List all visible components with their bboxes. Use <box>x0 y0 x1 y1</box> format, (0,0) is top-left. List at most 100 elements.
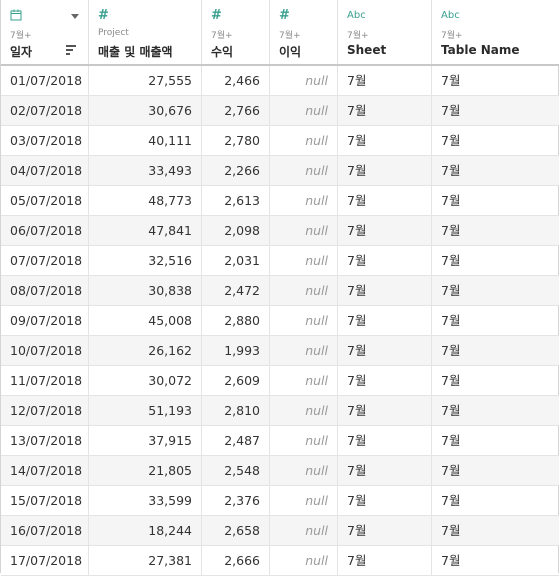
cell-table-name[interactable]: 7월 <box>432 126 559 155</box>
cell-table-name[interactable]: 7월 <box>432 336 559 365</box>
cell-revenue[interactable]: 2,548 <box>202 456 270 485</box>
table-row[interactable]: 14/07/2018 21,805 2,548 null 7월 7월 <box>1 456 559 486</box>
table-row[interactable]: 12/07/2018 51,193 2,810 null 7월 7월 <box>1 396 559 426</box>
cell-table-name[interactable]: 7월 <box>432 366 559 395</box>
cell-table-name[interactable]: 7월 <box>432 396 559 425</box>
cell-date[interactable]: 01/07/2018 <box>1 66 89 95</box>
cell-date[interactable]: 04/07/2018 <box>1 156 89 185</box>
cell-sales[interactable]: 30,838 <box>89 276 202 305</box>
cell-revenue[interactable]: 2,266 <box>202 156 270 185</box>
cell-sheet[interactable]: 7월 <box>338 426 432 455</box>
cell-date[interactable]: 17/07/2018 <box>1 546 89 575</box>
cell-revenue[interactable]: 2,466 <box>202 66 270 95</box>
cell-sales[interactable]: 32,516 <box>89 246 202 275</box>
cell-revenue[interactable]: 2,609 <box>202 366 270 395</box>
table-row[interactable]: 17/07/2018 27,381 2,666 null 7월 7월 <box>1 546 559 576</box>
column-header-sheet[interactable]: Abc 7월+ Sheet <box>338 0 432 64</box>
cell-profit[interactable]: null <box>270 456 338 485</box>
cell-profit[interactable]: null <box>270 396 338 425</box>
cell-revenue[interactable]: 2,098 <box>202 216 270 245</box>
cell-sheet[interactable]: 7월 <box>338 306 432 335</box>
cell-table-name[interactable]: 7월 <box>432 426 559 455</box>
cell-revenue[interactable]: 2,472 <box>202 276 270 305</box>
cell-sheet[interactable]: 7월 <box>338 216 432 245</box>
cell-sheet[interactable]: 7월 <box>338 546 432 575</box>
cell-date[interactable]: 02/07/2018 <box>1 96 89 125</box>
cell-revenue[interactable]: 2,666 <box>202 546 270 575</box>
cell-table-name[interactable]: 7월 <box>432 306 559 335</box>
cell-sheet[interactable]: 7월 <box>338 486 432 515</box>
table-row[interactable]: 08/07/2018 30,838 2,472 null 7월 7월 <box>1 276 559 306</box>
cell-revenue[interactable]: 1,993 <box>202 336 270 365</box>
table-row[interactable]: 06/07/2018 47,841 2,098 null 7월 7월 <box>1 216 559 246</box>
column-header-table-name[interactable]: Abc 7월+ Table Name <box>432 0 559 64</box>
cell-profit[interactable]: null <box>270 516 338 545</box>
cell-profit[interactable]: null <box>270 366 338 395</box>
cell-table-name[interactable]: 7월 <box>432 246 559 275</box>
cell-sheet[interactable]: 7월 <box>338 516 432 545</box>
cell-sales[interactable]: 30,072 <box>89 366 202 395</box>
cell-revenue[interactable]: 2,613 <box>202 186 270 215</box>
cell-sheet[interactable]: 7월 <box>338 456 432 485</box>
cell-sheet[interactable]: 7월 <box>338 186 432 215</box>
cell-profit[interactable]: null <box>270 66 338 95</box>
cell-profit[interactable]: null <box>270 546 338 575</box>
cell-revenue[interactable]: 2,880 <box>202 306 270 335</box>
cell-revenue[interactable]: 2,810 <box>202 396 270 425</box>
cell-table-name[interactable]: 7월 <box>432 546 559 575</box>
cell-date[interactable]: 16/07/2018 <box>1 516 89 545</box>
cell-sheet[interactable]: 7월 <box>338 366 432 395</box>
cell-sheet[interactable]: 7월 <box>338 246 432 275</box>
cell-profit[interactable]: null <box>270 96 338 125</box>
cell-revenue[interactable]: 2,031 <box>202 246 270 275</box>
cell-table-name[interactable]: 7월 <box>432 516 559 545</box>
column-header-sales[interactable]: # Project 매출 및 매출액 <box>89 0 202 64</box>
cell-date[interactable]: 05/07/2018 <box>1 186 89 215</box>
cell-date[interactable]: 08/07/2018 <box>1 276 89 305</box>
cell-sales[interactable]: 33,493 <box>89 156 202 185</box>
cell-date[interactable]: 13/07/2018 <box>1 426 89 455</box>
cell-sales[interactable]: 51,193 <box>89 396 202 425</box>
cell-revenue[interactable]: 2,780 <box>202 126 270 155</box>
cell-sales[interactable]: 21,805 <box>89 456 202 485</box>
table-row[interactable]: 04/07/2018 33,493 2,266 null 7월 7월 <box>1 156 559 186</box>
table-row[interactable]: 09/07/2018 45,008 2,880 null 7월 7월 <box>1 306 559 336</box>
cell-profit[interactable]: null <box>270 126 338 155</box>
table-row[interactable]: 10/07/2018 26,162 1,993 null 7월 7월 <box>1 336 559 366</box>
cell-profit[interactable]: null <box>270 486 338 515</box>
cell-table-name[interactable]: 7월 <box>432 96 559 125</box>
cell-sales[interactable]: 40,111 <box>89 126 202 155</box>
cell-table-name[interactable]: 7월 <box>432 156 559 185</box>
cell-sales[interactable]: 18,244 <box>89 516 202 545</box>
table-row[interactable]: 03/07/2018 40,111 2,780 null 7월 7월 <box>1 126 559 156</box>
column-header-date[interactable]: 7월+ 일자 <box>1 0 89 64</box>
cell-profit[interactable]: null <box>270 426 338 455</box>
cell-revenue[interactable]: 2,487 <box>202 426 270 455</box>
table-row[interactable]: 01/07/2018 27,555 2,466 null 7월 7월 <box>1 66 559 96</box>
cell-date[interactable]: 10/07/2018 <box>1 336 89 365</box>
table-row[interactable]: 02/07/2018 30,676 2,766 null 7월 7월 <box>1 96 559 126</box>
table-row[interactable]: 05/07/2018 48,773 2,613 null 7월 7월 <box>1 186 559 216</box>
cell-profit[interactable]: null <box>270 246 338 275</box>
cell-profit[interactable]: null <box>270 276 338 305</box>
table-row[interactable]: 16/07/2018 18,244 2,658 null 7월 7월 <box>1 516 559 546</box>
cell-table-name[interactable]: 7월 <box>432 486 559 515</box>
cell-sales[interactable]: 27,381 <box>89 546 202 575</box>
cell-sheet[interactable]: 7월 <box>338 276 432 305</box>
cell-revenue[interactable]: 2,658 <box>202 516 270 545</box>
table-row[interactable]: 11/07/2018 30,072 2,609 null 7월 7월 <box>1 366 559 396</box>
cell-revenue[interactable]: 2,376 <box>202 486 270 515</box>
cell-sales[interactable]: 27,555 <box>89 66 202 95</box>
cell-date[interactable]: 06/07/2018 <box>1 216 89 245</box>
table-row[interactable]: 07/07/2018 32,516 2,031 null 7월 7월 <box>1 246 559 276</box>
cell-date[interactable]: 14/07/2018 <box>1 456 89 485</box>
cell-profit[interactable]: null <box>270 186 338 215</box>
cell-table-name[interactable]: 7월 <box>432 276 559 305</box>
cell-date[interactable]: 03/07/2018 <box>1 126 89 155</box>
cell-date[interactable]: 09/07/2018 <box>1 306 89 335</box>
cell-sheet[interactable]: 7월 <box>338 126 432 155</box>
table-row[interactable]: 13/07/2018 37,915 2,487 null 7월 7월 <box>1 426 559 456</box>
cell-sales[interactable]: 47,841 <box>89 216 202 245</box>
cell-sheet[interactable]: 7월 <box>338 336 432 365</box>
cell-profit[interactable]: null <box>270 336 338 365</box>
